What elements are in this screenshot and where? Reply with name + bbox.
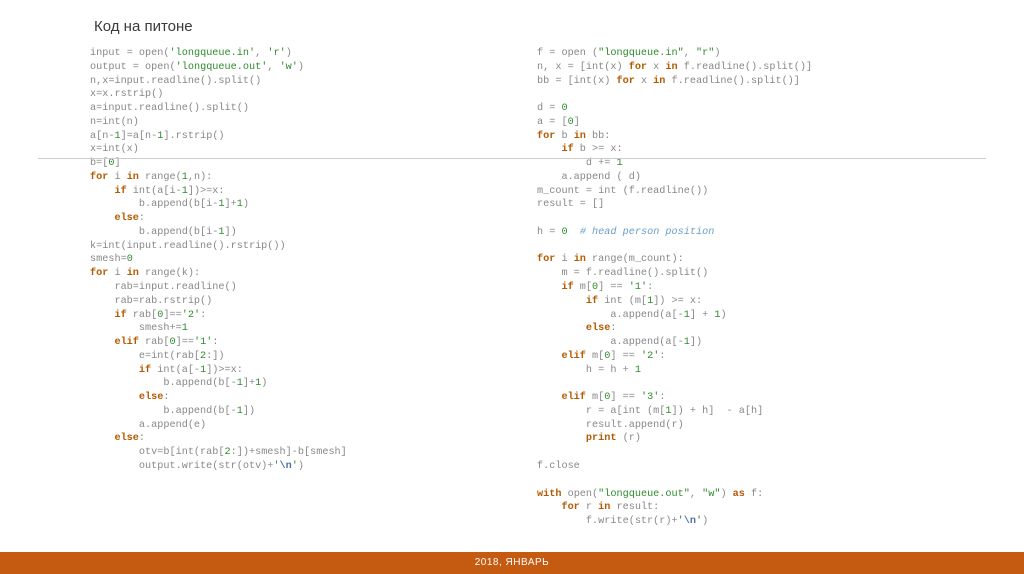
divider (38, 158, 986, 159)
code-right: f = open ("longqueue.in", "r") n, x = [i… (537, 47, 934, 529)
slide: Код на питоне input = open('longqueue.in… (0, 0, 1024, 574)
footer: 2018, ЯНВАРЬ (0, 552, 1024, 574)
code-left: input = open('longqueue.in', 'r') output… (90, 47, 487, 529)
slide-title: Код на питоне (94, 18, 934, 35)
code-columns: input = open('longqueue.in', 'r') output… (90, 47, 934, 529)
